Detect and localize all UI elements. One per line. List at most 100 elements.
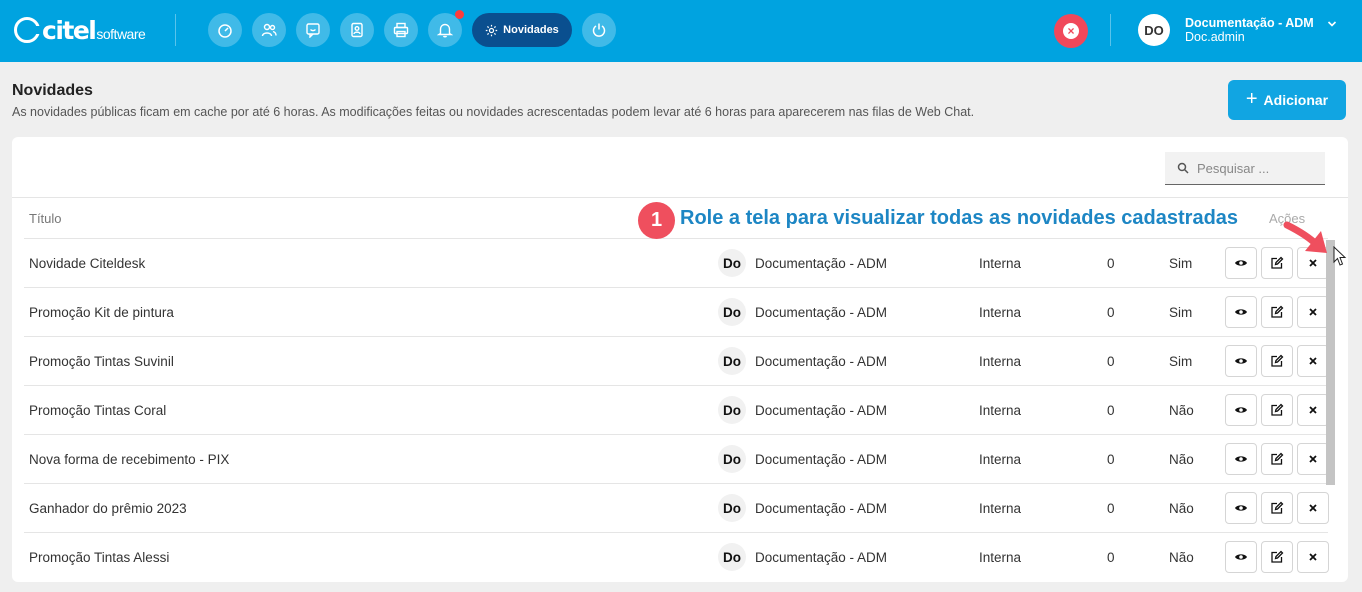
user-avatar[interactable]: DO xyxy=(1138,14,1170,46)
contacts-icon xyxy=(351,22,363,38)
close-icon xyxy=(1309,504,1317,512)
news-card: Título Ações Novidade CiteldeskDoDocumen… xyxy=(12,137,1348,582)
table-row[interactable]: Nova forma de recebimento - PIX Do Documen… xyxy=(24,434,1329,483)
citel-logo[interactable]: citel software xyxy=(14,14,146,46)
table-row[interactable]: Promoção Kit de pintura Do Documentação - … xyxy=(24,287,1329,336)
edit-icon xyxy=(1271,501,1284,514)
mouse-cursor-icon xyxy=(1333,246,1347,266)
delete-button[interactable] xyxy=(1297,296,1329,328)
row-title[interactable]: Nova forma de recebimento - PIX xyxy=(29,435,229,483)
row-title[interactable]: Promoção Tintas Coral xyxy=(29,386,166,434)
search-box[interactable] xyxy=(1165,152,1325,185)
row-title[interactable]: Novidade Citeldesk xyxy=(29,239,145,287)
table-row[interactable]: Ganhador do prêmio 2023 Do Documentação - … xyxy=(24,483,1329,532)
row-count: 0 xyxy=(1107,255,1115,271)
search-icon xyxy=(1177,162,1189,174)
author-avatar: Do xyxy=(718,347,746,375)
edit-button[interactable] xyxy=(1261,394,1293,426)
users-icon xyxy=(261,23,277,37)
table-row[interactable]: Promoção Tintas Suvinil Do Documentação - … xyxy=(24,336,1329,385)
eye-icon xyxy=(1235,456,1247,462)
delete-button[interactable] xyxy=(1297,541,1329,573)
author-avatar: Do xyxy=(718,249,746,277)
scrollbar[interactable] xyxy=(1326,240,1335,485)
row-count: 0 xyxy=(1107,451,1115,467)
table-row[interactable]: Promoção Tintas Coral Do Documentação - AD… xyxy=(24,385,1329,434)
delete-button[interactable] xyxy=(1297,443,1329,475)
delete-button[interactable] xyxy=(1297,345,1329,377)
row-public: Não xyxy=(1169,402,1194,418)
author-avatar: Do xyxy=(718,543,746,571)
edit-icon xyxy=(1271,550,1284,563)
tab-novidades[interactable]: Novidades xyxy=(472,13,572,47)
chevron-down-icon[interactable] xyxy=(1326,18,1338,30)
view-button[interactable] xyxy=(1225,394,1257,426)
column-header-title[interactable]: Título xyxy=(29,211,62,226)
contacts-button[interactable] xyxy=(340,13,374,47)
row-count: 0 xyxy=(1107,353,1115,369)
dashboard-button[interactable] xyxy=(208,13,242,47)
row-public: Não xyxy=(1169,451,1194,467)
table-row[interactable]: Novidade Citeldesk Do Documentação - ADM In… xyxy=(24,238,1329,287)
logout-button[interactable] xyxy=(582,13,616,47)
row-type: Interna xyxy=(979,402,1022,418)
author-avatar: Do xyxy=(718,494,746,522)
close-icon xyxy=(1309,357,1317,365)
row-title[interactable]: Promoção Kit de pintura xyxy=(29,288,174,336)
divider xyxy=(12,197,1348,198)
view-button[interactable] xyxy=(1225,443,1257,475)
row-count: 0 xyxy=(1107,500,1115,516)
gear-icon xyxy=(485,24,498,36)
row-type: Interna xyxy=(979,549,1022,565)
edit-icon xyxy=(1271,452,1284,465)
users-button[interactable] xyxy=(252,13,286,47)
notifications-button[interactable] xyxy=(428,10,464,47)
edit-icon xyxy=(1271,354,1284,367)
delete-button[interactable] xyxy=(1297,492,1329,524)
power-icon xyxy=(592,23,606,37)
table-row[interactable]: Promoção Tintas Alessi Do Documentação - A… xyxy=(24,532,1329,581)
logo-subtext: software xyxy=(96,25,146,42)
alert-button[interactable]: × xyxy=(1054,14,1088,48)
row-author: Documentação - ADM xyxy=(755,255,888,271)
row-count: 0 xyxy=(1107,304,1115,320)
row-author: Documentação - ADM xyxy=(755,304,888,320)
annotation-arrow-icon xyxy=(1283,221,1327,253)
user-login: Doc.admin xyxy=(1185,30,1245,44)
add-button[interactable]: + Adicionar xyxy=(1228,80,1346,120)
annotation-step-number: 1 xyxy=(638,202,675,239)
dashboard-icon xyxy=(218,24,232,38)
delete-button[interactable] xyxy=(1297,394,1329,426)
row-public: Não xyxy=(1169,549,1194,565)
eye-icon xyxy=(1235,505,1247,511)
edit-button[interactable] xyxy=(1261,443,1293,475)
eye-icon xyxy=(1235,554,1247,560)
edit-button[interactable] xyxy=(1261,541,1293,573)
top-navigation-bar: citel software Novidades × DO Documentaç… xyxy=(0,0,1362,62)
search-input[interactable] xyxy=(1197,160,1317,176)
edit-button[interactable] xyxy=(1261,492,1293,524)
row-title[interactable]: Ganhador do prêmio 2023 xyxy=(29,484,187,532)
eye-icon xyxy=(1235,260,1247,266)
eye-icon xyxy=(1235,358,1247,364)
view-button[interactable] xyxy=(1225,345,1257,377)
bell-icon xyxy=(437,23,453,38)
row-title[interactable]: Promoção Tintas Suvinil xyxy=(29,337,174,385)
user-name[interactable]: Documentação - ADM xyxy=(1185,16,1314,30)
logo-mark-icon xyxy=(14,17,42,43)
view-button[interactable] xyxy=(1225,541,1257,573)
view-button[interactable] xyxy=(1225,492,1257,524)
logo-text: citel xyxy=(42,15,97,45)
view-button[interactable] xyxy=(1225,247,1257,279)
alert-x-icon: × xyxy=(1063,23,1079,39)
edit-button[interactable] xyxy=(1261,296,1293,328)
edit-button[interactable] xyxy=(1261,345,1293,377)
row-title[interactable]: Promoção Tintas Alessi xyxy=(29,533,169,581)
printer-button[interactable] xyxy=(384,13,418,47)
row-author: Documentação - ADM xyxy=(755,451,888,467)
row-type: Interna xyxy=(979,255,1022,271)
row-public: Sim xyxy=(1169,353,1193,369)
chat-button[interactable] xyxy=(296,13,330,47)
annotation-text: Role a tela para visualizar todas as nov… xyxy=(680,207,1239,229)
view-button[interactable] xyxy=(1225,296,1257,328)
